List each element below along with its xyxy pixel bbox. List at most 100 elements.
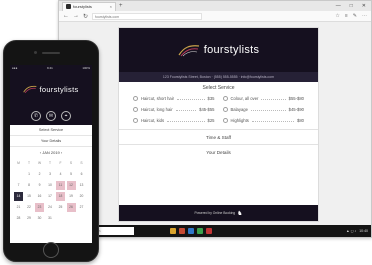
radio-icon[interactable] bbox=[133, 117, 138, 123]
phone-screen: ●●● 9:41 100% fourstylists ✆ ✉ ⌖ Select … bbox=[10, 65, 92, 243]
service-option[interactable]: Haircut, short hair $35 bbox=[133, 94, 215, 102]
site-header: fourstylists bbox=[119, 28, 318, 72]
address-bar[interactable]: fourstylists.com bbox=[92, 12, 203, 20]
taskbar-app-icon[interactable] bbox=[179, 228, 185, 234]
footer-logo-icon: ♞ bbox=[237, 210, 243, 217]
service-option[interactable]: Balayage $45-$90 bbox=[222, 105, 304, 113]
favorite-star-icon[interactable]: ☆ bbox=[335, 13, 339, 19]
service-option[interactable]: Haircut, kids $25 bbox=[133, 116, 215, 124]
maximize-button[interactable]: □ bbox=[350, 3, 353, 9]
taskbar-apps bbox=[170, 228, 212, 234]
phone-icon[interactable]: ✆ bbox=[31, 111, 41, 121]
calendar-day[interactable]: 15 bbox=[25, 192, 34, 201]
calendar-day[interactable]: 19 bbox=[67, 192, 76, 201]
calendar-day[interactable]: 10 bbox=[46, 181, 55, 190]
favicon-icon bbox=[66, 4, 71, 9]
radio-icon[interactable] bbox=[222, 117, 228, 123]
navigation-bar: ← → ↻ fourstylists.com ☆ ≡ ✎ ⋯ bbox=[59, 11, 371, 22]
calendar-day[interactable]: 14 bbox=[14, 192, 23, 201]
home-button[interactable] bbox=[43, 242, 59, 258]
calendar-day[interactable]: 16 bbox=[35, 192, 44, 201]
calendar-day[interactable]: 2 bbox=[35, 170, 44, 179]
calendar-day bbox=[77, 214, 86, 223]
calendar-day[interactable]: 27 bbox=[77, 203, 86, 212]
weekday-label: S bbox=[69, 161, 73, 165]
radio-icon[interactable] bbox=[133, 106, 138, 112]
calendar-day[interactable]: 26 bbox=[66, 203, 76, 212]
signal-icon: ●●● bbox=[12, 66, 18, 70]
calendar-day[interactable]: 7 bbox=[14, 181, 23, 190]
weekday-label: T bbox=[48, 161, 51, 165]
radio-icon[interactable] bbox=[222, 106, 228, 112]
service-price: $25 bbox=[207, 117, 215, 123]
calendar-day[interactable]: 24 bbox=[46, 203, 55, 212]
calendar-day[interactable]: 31 bbox=[46, 214, 55, 223]
weekday-label: M bbox=[17, 161, 20, 165]
calendar-month[interactable]: ‹ JAN 2019 › bbox=[10, 147, 92, 159]
calendar-day[interactable]: 25 bbox=[56, 203, 65, 212]
refresh-icon[interactable]: ↻ bbox=[83, 13, 88, 20]
service-option[interactable]: Haircut, long hair $45-$55 bbox=[133, 105, 215, 113]
notes-icon[interactable]: ✎ bbox=[353, 13, 357, 19]
calendar-day[interactable]: 11 bbox=[56, 181, 65, 190]
forward-icon[interactable]: → bbox=[73, 13, 79, 19]
calendar-day[interactable]: 1 bbox=[25, 170, 34, 179]
minimize-button[interactable]: — bbox=[336, 3, 341, 9]
more-icon[interactable]: ⋯ bbox=[362, 13, 367, 19]
calendar-day[interactable]: 13 bbox=[77, 181, 86, 190]
calendar-day[interactable]: 20 bbox=[77, 192, 86, 201]
address-line: 123 Fourstylists Street, Boston · (555) … bbox=[119, 72, 318, 82]
tab-close-icon[interactable]: × bbox=[110, 4, 112, 9]
service-name: Balayage bbox=[230, 106, 248, 112]
browser-window: fourstylists × + — □ ✕ ← → ↻ fourstylist… bbox=[58, 0, 372, 238]
calendar-day[interactable]: 17 bbox=[46, 192, 55, 201]
select-service-row[interactable]: Select Service bbox=[10, 125, 92, 136]
calendar-day[interactable]: 4 bbox=[56, 170, 65, 179]
calendar-day[interactable]: 8 bbox=[25, 181, 34, 190]
radio-icon[interactable] bbox=[133, 95, 138, 101]
new-tab-button[interactable]: + bbox=[119, 3, 123, 9]
service-option[interactable]: Highlights $80 bbox=[222, 116, 304, 124]
back-icon[interactable]: ← bbox=[63, 13, 69, 19]
tray-icons[interactable]: ▲ ◻ ♪ bbox=[346, 229, 356, 233]
calendar-day[interactable]: 18 bbox=[56, 192, 65, 201]
window-controls: — □ ✕ bbox=[336, 3, 371, 9]
service-name: Haircut, long hair bbox=[141, 106, 173, 112]
calendar-day[interactable]: 29 bbox=[25, 214, 34, 223]
taskbar-app-icon[interactable] bbox=[170, 228, 176, 234]
windows-taskbar: Type here to search ▲ ◻ ♪ 10:40 bbox=[59, 225, 371, 237]
calendar-day[interactable]: 3 bbox=[46, 170, 55, 179]
taskbar-app-icon[interactable] bbox=[188, 228, 194, 234]
service-price: $45-$90 bbox=[288, 106, 304, 112]
your-details-row[interactable]: Your Details bbox=[10, 136, 92, 147]
browser-tab[interactable]: fourstylists × bbox=[62, 1, 116, 11]
calendar-day[interactable]: 30 bbox=[35, 214, 44, 223]
clock: 10:40 bbox=[359, 229, 368, 233]
service-name: Haircut, kids bbox=[141, 117, 165, 123]
hub-icon[interactable]: ≡ bbox=[345, 13, 348, 19]
calendar-day[interactable]: 5 bbox=[67, 170, 76, 179]
taskbar-app-icon[interactable] bbox=[206, 228, 212, 234]
service-price: $80 bbox=[297, 117, 304, 123]
calendar-day[interactable]: 9 bbox=[35, 181, 44, 190]
your-details-row[interactable]: Your Details bbox=[119, 144, 318, 159]
location-icon[interactable]: ⌖ bbox=[61, 111, 71, 121]
time-staff-row[interactable]: Time & Staff bbox=[119, 129, 318, 144]
calendar-day[interactable]: 28 bbox=[14, 214, 23, 223]
service-option[interactable]: Colour, all over $55-$80 bbox=[222, 94, 304, 102]
taskbar-app-icon[interactable] bbox=[197, 228, 203, 234]
email-icon[interactable]: ✉ bbox=[46, 111, 56, 121]
footer-text: Powered by Online Booking bbox=[194, 211, 236, 215]
service-name: Haircut, short hair bbox=[141, 95, 175, 101]
close-window-button[interactable]: ✕ bbox=[362, 3, 366, 9]
calendar-day[interactable]: 12 bbox=[66, 181, 76, 190]
calendar-day[interactable]: 22 bbox=[25, 203, 34, 212]
service-price: $45-$55 bbox=[199, 106, 215, 112]
service-name: Colour, all over bbox=[230, 95, 259, 101]
radio-icon[interactable] bbox=[222, 95, 228, 101]
calendar-day[interactable]: 21 bbox=[14, 203, 23, 212]
tab-bar: fourstylists × + — □ ✕ bbox=[59, 1, 371, 11]
calendar-day[interactable]: 23 bbox=[35, 203, 44, 212]
booking-page: fourstylists 123 Fourstylists Street, Bo… bbox=[118, 27, 319, 222]
calendar-day[interactable]: 6 bbox=[77, 170, 86, 179]
